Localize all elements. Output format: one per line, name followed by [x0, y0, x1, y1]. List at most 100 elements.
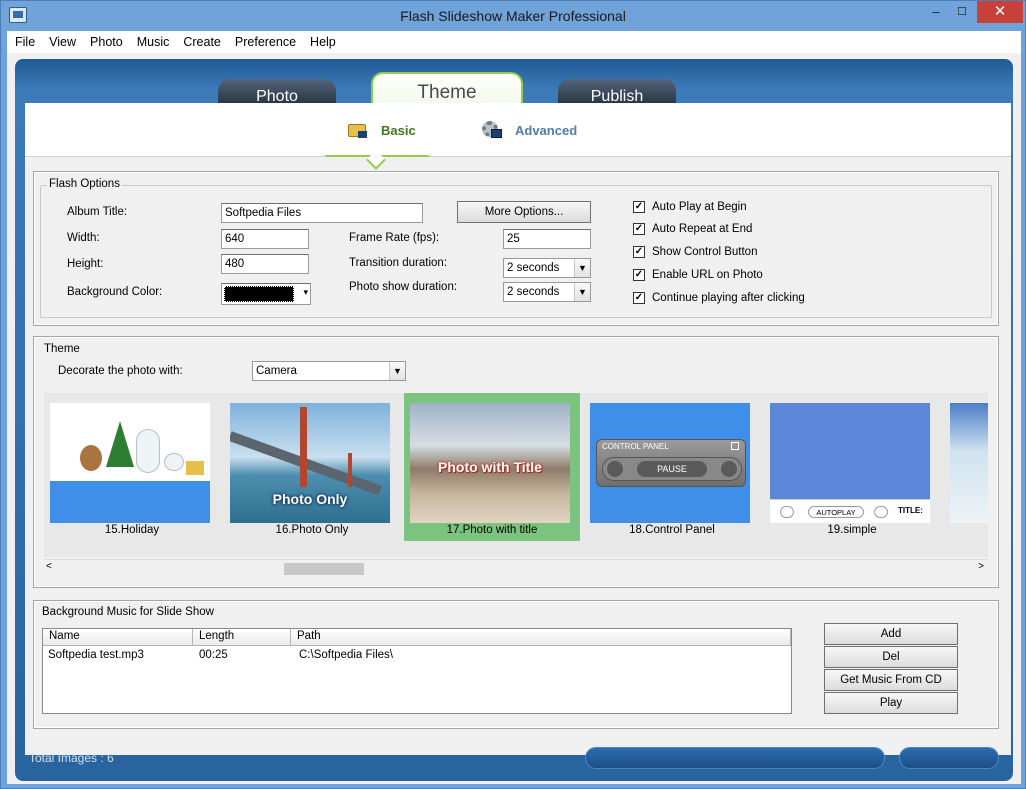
- holiday-preview: [50, 403, 210, 523]
- simple-preview: AUTOPLAY TITLE:: [770, 403, 930, 523]
- close-button[interactable]: ✕: [977, 1, 1023, 23]
- column-name[interactable]: Name: [43, 629, 193, 646]
- app-window: Flash Slideshow Maker Professional – ☐ ✕…: [0, 0, 1026, 789]
- album-title-input[interactable]: Softpedia Files: [221, 203, 423, 223]
- subtab-basic-label: Basic: [381, 122, 416, 138]
- frame-rate-input[interactable]: 25: [503, 229, 591, 249]
- photo-show-duration-select[interactable]: 2 seconds ▼: [503, 282, 591, 302]
- continue-playing-checkbox[interactable]: ✓ Continue playing after clicking: [633, 292, 805, 304]
- theme-thumb-simple[interactable]: AUTOPLAY TITLE: 19.simple: [764, 393, 940, 541]
- status-decoration: [585, 747, 885, 769]
- status-bar: Total Images : 6: [15, 743, 1013, 773]
- theme-thumb-control-panel[interactable]: CONTROL PANEL PAUSE 18.Control Panel: [584, 393, 760, 541]
- enable-url-label: Enable URL on Photo: [652, 269, 763, 281]
- column-path[interactable]: Path: [291, 629, 791, 646]
- total-images-text: Total Images : 6: [29, 751, 114, 765]
- maximize-button[interactable]: ☐: [949, 1, 975, 23]
- theme-thumb-caption: 17.Photo with title: [446, 524, 538, 536]
- checkbox-box: ✓: [633, 292, 645, 304]
- menu-create[interactable]: Create: [183, 35, 221, 49]
- frame-rate-label: Frame Rate (fps):: [349, 232, 440, 244]
- active-subtab-indicator: [325, 148, 429, 157]
- theme-thumb-holiday[interactable]: 15.Holiday: [44, 393, 220, 541]
- continue-playing-label: Continue playing after clicking: [652, 292, 805, 304]
- beach-preview: Photo with Title: [410, 403, 570, 523]
- chevron-down-icon: ▼: [574, 259, 590, 277]
- theme-thumbnail-strip: 15.Holiday Photo Only 16.Photo Only Phot…: [44, 393, 988, 557]
- subtab-basic[interactable]: Basic: [347, 118, 416, 142]
- background-color-picker[interactable]: ▾: [221, 283, 311, 305]
- height-input[interactable]: 480: [221, 254, 309, 274]
- width-input[interactable]: 640: [221, 229, 309, 249]
- column-length[interactable]: Length: [193, 629, 291, 646]
- previous-icon: [607, 461, 623, 477]
- checkbox-box: ✓: [633, 201, 645, 213]
- theme-thumb-caption: 18.Control Panel: [629, 524, 715, 536]
- decorate-label: Decorate the photo with:: [58, 365, 183, 377]
- width-label: Width:: [67, 232, 100, 244]
- theme-thumb-photo-with-title[interactable]: Photo with Title 17.Photo with title: [404, 393, 580, 541]
- album-title-label: Album Title:: [67, 206, 128, 218]
- next-icon: [721, 461, 737, 477]
- photo-only-overlay: Photo Only: [272, 491, 348, 507]
- flash-options-group: Flash Options Album Title: Softpedia Fil…: [40, 178, 992, 318]
- transition-duration-select[interactable]: 2 seconds ▼: [503, 258, 591, 278]
- auto-play-checkbox[interactable]: ✓ Auto Play at Begin: [633, 201, 747, 213]
- pause-button-preview: PAUSE: [637, 461, 707, 477]
- menu-preference[interactable]: Preference: [235, 35, 296, 49]
- music-section: Background Music for Slide Show Name Len…: [33, 600, 999, 729]
- subtab-advanced[interactable]: Advanced: [481, 118, 577, 142]
- get-music-from-cd-button[interactable]: Get Music From CD: [824, 669, 958, 691]
- transition-duration-value: 2 seconds: [507, 262, 560, 274]
- delete-music-button[interactable]: Del: [824, 646, 958, 668]
- add-music-button[interactable]: Add: [824, 623, 958, 645]
- theme-thumb-partial[interactable]: [950, 403, 988, 523]
- background-color-label: Background Color:: [67, 286, 163, 298]
- control-panel-title: CONTROL PANEL: [602, 442, 669, 451]
- menu-view[interactable]: View: [49, 35, 76, 49]
- theme-thumb-photo-only[interactable]: Photo Only 16.Photo Only: [224, 393, 400, 541]
- decorate-value: Camera: [256, 365, 297, 377]
- music-row-name[interactable]: Softpedia test.mp3: [48, 649, 144, 661]
- theme-section: Theme Decorate the photo with: Camera ▼: [33, 336, 999, 588]
- play-music-button[interactable]: Play: [824, 692, 958, 714]
- menu-help[interactable]: Help: [310, 35, 336, 49]
- theme-scrollbar[interactable]: < >: [44, 559, 988, 576]
- auto-repeat-checkbox[interactable]: ✓ Auto Repeat at End: [633, 223, 752, 235]
- theme-panel: Basic Advanced Flash Options Album Title…: [25, 103, 1011, 755]
- scroll-left-icon[interactable]: <: [46, 561, 52, 572]
- menu-music[interactable]: Music: [137, 35, 170, 49]
- show-control-button-label: Show Control Button: [652, 246, 758, 258]
- checkbox-box: ✓: [633, 246, 645, 258]
- photo-show-duration-value: 2 seconds: [507, 286, 560, 298]
- enable-url-checkbox[interactable]: ✓ Enable URL on Photo: [633, 269, 763, 281]
- autoplay-preview: AUTOPLAY: [808, 506, 864, 518]
- theme-legend: Theme: [42, 343, 82, 355]
- music-row-length[interactable]: 00:25: [199, 649, 228, 661]
- checkbox-box: ✓: [633, 269, 645, 281]
- more-options-button[interactable]: More Options...: [457, 201, 591, 223]
- title-bar: Flash Slideshow Maker Professional – ☐ ✕: [1, 1, 1025, 31]
- music-table[interactable]: Name Length Path Softpedia test.mp3 00:2…: [42, 628, 792, 714]
- menu-file[interactable]: File: [15, 35, 35, 49]
- flash-options-section: Flash Options Album Title: Softpedia Fil…: [33, 171, 999, 326]
- minimize-button[interactable]: –: [923, 1, 949, 23]
- auto-play-label: Auto Play at Begin: [652, 201, 747, 213]
- scroll-thumb[interactable]: [284, 563, 364, 575]
- menu-bar: File View Photo Music Create Preference …: [7, 31, 1021, 53]
- subtab-advanced-label: Advanced: [515, 122, 578, 138]
- show-control-button-checkbox[interactable]: ✓ Show Control Button: [633, 246, 757, 258]
- theme-thumb-caption: 15.Holiday: [104, 524, 160, 536]
- music-legend: Background Music for Slide Show: [40, 606, 216, 618]
- decorate-select[interactable]: Camera ▼: [252, 361, 406, 381]
- background-color-swatch: [224, 286, 294, 302]
- menu-photo[interactable]: Photo: [90, 35, 123, 49]
- subtab-bar: Basic Advanced: [25, 103, 1011, 157]
- main-area: Photo Theme Publish Basic Advanced Flash…: [7, 53, 1021, 784]
- photo-title-overlay: Photo with Title: [438, 459, 542, 475]
- music-row-path[interactable]: C:\Softpedia Files\: [299, 649, 393, 661]
- scroll-right-icon[interactable]: >: [978, 561, 984, 572]
- folder-icon: [347, 120, 369, 140]
- chevron-down-icon: ▼: [389, 362, 405, 380]
- previous-icon: [780, 506, 794, 518]
